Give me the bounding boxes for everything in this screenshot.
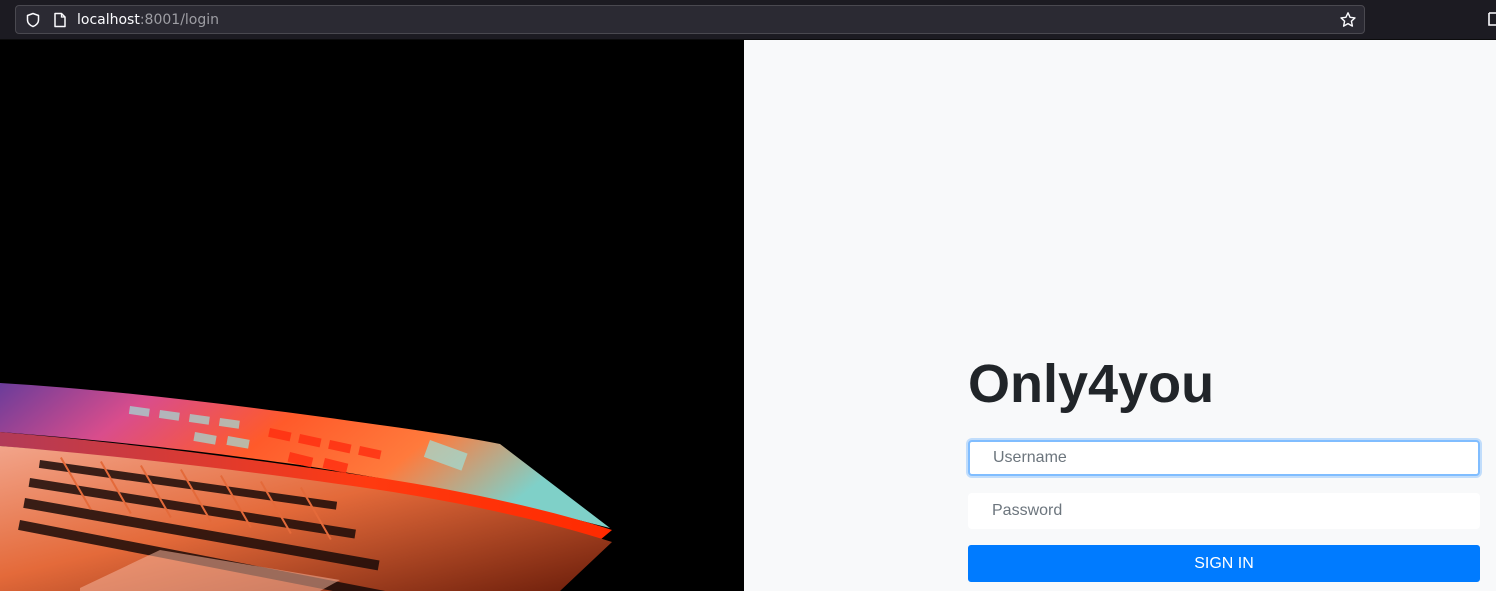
url-text[interactable]: localhost:8001/login (77, 12, 219, 28)
url-path: :8001/login (139, 12, 220, 28)
login-page: Only4you SIGN IN (0, 40, 1496, 591)
username-input[interactable] (968, 440, 1480, 476)
page-title: Only4you (968, 354, 1215, 414)
extension-icon[interactable] (1488, 11, 1496, 27)
login-form: Only4you SIGN IN (968, 40, 1480, 591)
browser-toolbar: localhost:8001/login (0, 0, 1496, 40)
shield-icon[interactable] (25, 12, 41, 28)
hero-laptop-image (0, 40, 744, 591)
page-icon[interactable] (53, 12, 67, 28)
password-input[interactable] (968, 493, 1480, 529)
star-icon[interactable] (1339, 11, 1357, 29)
url-host: localhost (77, 12, 140, 28)
sign-in-button[interactable]: SIGN IN (968, 545, 1480, 582)
address-bar[interactable]: localhost:8001/login (15, 5, 1365, 34)
